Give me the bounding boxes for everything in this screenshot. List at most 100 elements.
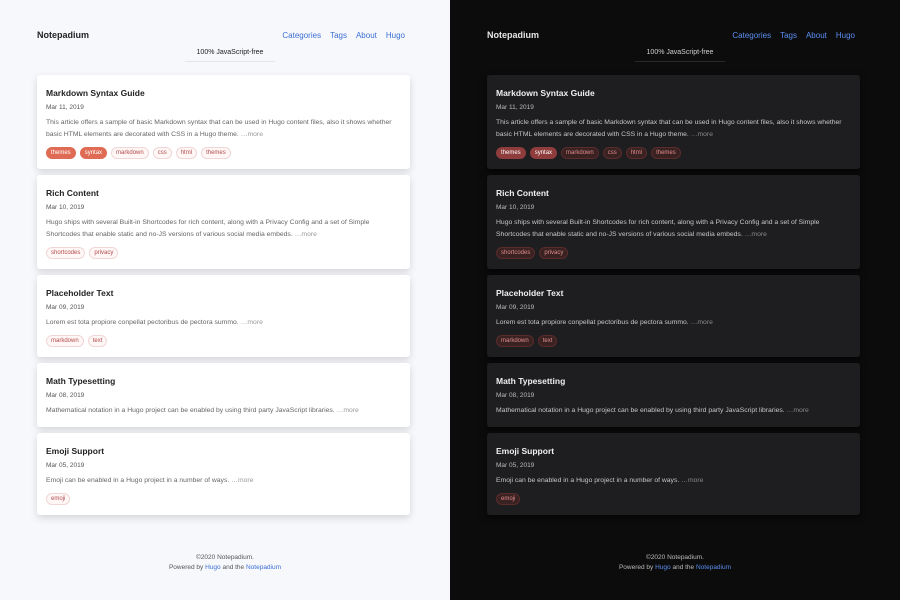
nav-categories[interactable]: Categories [732, 31, 771, 40]
footer-hugo-link[interactable]: Hugo [655, 564, 671, 571]
post-summary: Mathematical notation in a Hugo project … [46, 405, 401, 417]
summary-text: Lorem est tota propiore conpellat pector… [46, 319, 239, 326]
tag-chip[interactable]: shortcodes [496, 247, 536, 259]
post-date: Mar 09, 2019 [496, 304, 535, 311]
summary-text: Mathematical notation in a Hugo project … [496, 407, 785, 414]
post-title[interactable]: Math Typesetting [46, 376, 401, 386]
post-list: Markdown Syntax Guide Mar 11, 2019 This ar… [487, 75, 860, 521]
tag-list: shortcodes privacy [46, 247, 401, 259]
post-date: Mar 05, 2019 [46, 462, 85, 469]
nav-tags[interactable]: Tags [780, 31, 797, 40]
post-date: Mar 05, 2019 [496, 462, 535, 469]
site-header: Notepadium Categories Tags About Hugo [37, 30, 405, 40]
tag-chip[interactable]: syntax [79, 147, 108, 159]
read-more-link[interactable]: …more [745, 231, 767, 238]
read-more-link[interactable]: …more [691, 319, 713, 326]
tag-chip[interactable]: markdown [561, 147, 599, 159]
tag-chip[interactable]: privacy [539, 247, 569, 259]
tag-chip[interactable]: css [152, 147, 172, 159]
footer-hugo-link[interactable]: Hugo [205, 564, 221, 571]
powered-by-text: Powered by [168, 564, 204, 571]
site-logo[interactable]: Notepadium [487, 30, 539, 40]
post-card: Math Typesetting Mar 08, 2019 Mathematical… [487, 363, 860, 427]
post-summary: This article offers a sample of basic Ma… [46, 117, 401, 141]
site-footer: ©2020 Notepadium. Powered by Hugo and th… [0, 553, 450, 573]
post-date: Mar 09, 2019 [46, 304, 85, 311]
tag-chip[interactable]: html [625, 147, 648, 159]
powered-by-text: Powered by [618, 564, 654, 571]
tag-list: markdown text [496, 335, 851, 347]
main-nav: Categories Tags About Hugo [732, 31, 855, 40]
read-more-link[interactable]: …more [231, 477, 253, 484]
tag-chip[interactable]: text [537, 335, 558, 347]
post-summary: Hugo ships with several Built-in Shortco… [46, 217, 401, 241]
tag-chip[interactable]: shortcodes [46, 247, 86, 259]
read-more-link[interactable]: …more [691, 131, 713, 138]
tag-chip[interactable]: themes [201, 147, 231, 159]
js-free-badge: 100% JavaScript-free [185, 46, 275, 62]
post-title[interactable]: Math Typesetting [496, 376, 851, 386]
summary-text: This article offers a sample of basic Ma… [496, 119, 842, 138]
post-date: Mar 11, 2019 [496, 104, 534, 111]
footer-theme-link[interactable]: Notepadium [246, 564, 281, 571]
tag-chip[interactable]: syntax [529, 147, 558, 159]
read-more-link[interactable]: …more [241, 319, 263, 326]
post-summary: Lorem est tota propiore conpellat pector… [46, 317, 401, 329]
post-title[interactable]: Emoji Support [46, 446, 401, 456]
js-free-badge: 100% JavaScript-free [635, 46, 725, 62]
footer-powered: Powered by Hugo and the Notepadium [0, 563, 450, 573]
tag-chip[interactable]: html [175, 147, 198, 159]
nav-hugo[interactable]: Hugo [386, 31, 405, 40]
summary-text: Emoji can be enabled in a Hugo project i… [46, 477, 230, 484]
read-more-link[interactable]: …more [241, 131, 263, 138]
post-date: Mar 08, 2019 [46, 392, 85, 399]
tag-list: emoji [496, 493, 851, 505]
tag-chip[interactable]: emoji [46, 493, 71, 505]
nav-about[interactable]: About [356, 31, 377, 40]
nav-hugo[interactable]: Hugo [836, 31, 855, 40]
post-summary: Emoji can be enabled in a Hugo project i… [46, 475, 401, 487]
post-title[interactable]: Rich Content [496, 188, 851, 198]
post-title[interactable]: Markdown Syntax Guide [496, 88, 851, 98]
post-summary: This article offers a sample of basic Ma… [496, 117, 851, 141]
read-more-link[interactable]: …more [787, 407, 809, 414]
post-title[interactable]: Placeholder Text [46, 288, 401, 298]
post-title[interactable]: Placeholder Text [496, 288, 851, 298]
post-card: Emoji Support Mar 05, 2019 Emoji can be en… [487, 433, 860, 515]
summary-text: Hugo ships with several Built-in Shortco… [46, 219, 370, 238]
tag-chip[interactable]: markdown [46, 335, 84, 347]
nav-about[interactable]: About [806, 31, 827, 40]
post-title[interactable]: Emoji Support [496, 446, 851, 456]
site-header: Notepadium Categories Tags About Hugo [487, 30, 855, 40]
tag-chip[interactable]: themes [651, 147, 681, 159]
tag-chip[interactable]: themes [46, 147, 76, 159]
read-more-link[interactable]: …more [337, 407, 359, 414]
tag-chip[interactable]: emoji [496, 493, 521, 505]
footer-theme-link[interactable]: Notepadium [696, 564, 731, 571]
post-card: Rich Content Mar 10, 2019 Hugo ships with … [37, 175, 410, 269]
read-more-link[interactable]: …more [681, 477, 703, 484]
footer-copyright: ©2020 Notepadium. [646, 554, 704, 561]
post-title[interactable]: Rich Content [46, 188, 401, 198]
tag-list: markdown text [46, 335, 401, 347]
footer-copyright: ©2020 Notepadium. [196, 554, 254, 561]
nav-tags[interactable]: Tags [330, 31, 347, 40]
tag-chip[interactable]: markdown [111, 147, 149, 159]
post-list: Markdown Syntax Guide Mar 11, 2019 This ar… [37, 75, 410, 521]
post-card: Placeholder Text Mar 09, 2019 Lorem est to… [487, 275, 860, 357]
post-summary: Lorem est tota propiore conpellat pector… [496, 317, 851, 329]
post-summary: Emoji can be enabled in a Hugo project i… [496, 475, 851, 487]
summary-text: Mathematical notation in a Hugo project … [46, 407, 335, 414]
post-date: Mar 10, 2019 [46, 204, 85, 211]
tag-chip[interactable]: themes [496, 147, 526, 159]
post-card: Markdown Syntax Guide Mar 11, 2019 This ar… [37, 75, 410, 169]
site-logo[interactable]: Notepadium [37, 30, 89, 40]
tag-chip[interactable]: privacy [89, 247, 119, 259]
read-more-link[interactable]: …more [295, 231, 317, 238]
tag-chip[interactable]: text [87, 335, 108, 347]
tag-chip[interactable]: markdown [496, 335, 534, 347]
tag-chip[interactable]: css [602, 147, 622, 159]
post-date: Mar 10, 2019 [496, 204, 535, 211]
post-title[interactable]: Markdown Syntax Guide [46, 88, 401, 98]
nav-categories[interactable]: Categories [282, 31, 321, 40]
